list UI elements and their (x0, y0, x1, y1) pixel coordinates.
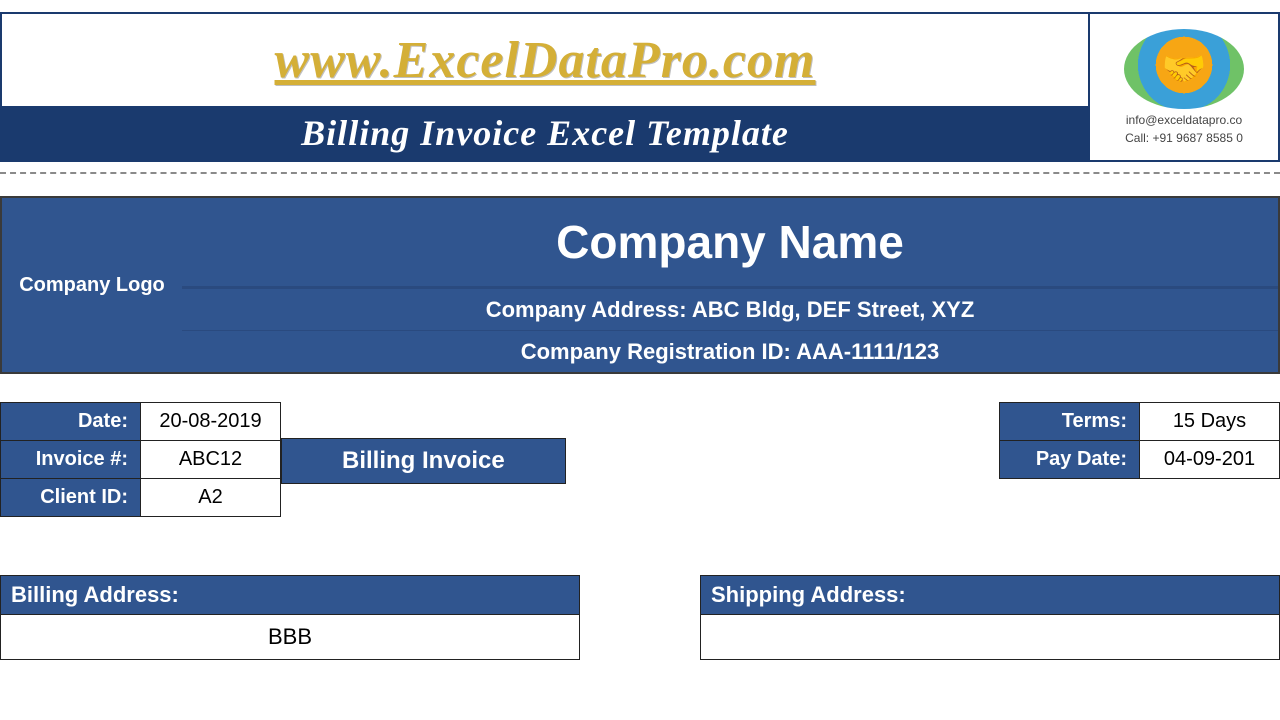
billing-address-label: Billing Address: (1, 576, 579, 615)
left-fields: Date: 20-08-2019 Invoice #: ABC12 Client… (0, 402, 281, 517)
template-title: Billing Invoice Excel Template (2, 106, 1088, 160)
invoice-label: Invoice #: (1, 441, 141, 479)
company-name: Company Name (182, 198, 1278, 288)
invoice-value[interactable]: ABC12 (141, 441, 281, 479)
date-label: Date: (1, 403, 141, 441)
contact-email: info@exceldatapro.co (1126, 113, 1242, 127)
document-title: Billing Invoice (281, 438, 566, 484)
company-registration: Company Registration ID: AAA-1111/123 (182, 330, 1278, 372)
billing-address-box: Billing Address: BBB (0, 575, 580, 660)
handshake-icon (1124, 29, 1244, 109)
invoice-template: www.ExcelDataPro.com Billing Invoice Exc… (0, 0, 1280, 660)
paydate-label: Pay Date: (1000, 441, 1140, 479)
divider (0, 172, 1280, 174)
company-address: Company Address: ABC Bldg, DEF Street, X… (182, 288, 1278, 330)
client-value[interactable]: A2 (141, 479, 281, 517)
paydate-value[interactable]: 04-09-201 (1140, 441, 1280, 479)
billing-address-value[interactable]: BBB (1, 615, 579, 659)
company-logo-cell: Company Logo (2, 198, 182, 372)
date-value[interactable]: 20-08-2019 (141, 403, 281, 441)
company-header: Company Logo Company Name Company Addres… (0, 196, 1280, 374)
address-row: Billing Address: BBB Shipping Address: (0, 575, 1280, 660)
company-info: Company Name Company Address: ABC Bldg, … (182, 198, 1278, 372)
shipping-address-label: Shipping Address: (701, 576, 1279, 615)
site-url[interactable]: www.ExcelDataPro.com (2, 14, 1088, 106)
shipping-address-box: Shipping Address: (700, 575, 1280, 660)
site-banner: www.ExcelDataPro.com Billing Invoice Exc… (0, 12, 1280, 162)
banner-right: info@exceldatapro.co Call: +91 9687 8585… (1088, 14, 1278, 160)
right-fields: Terms: 15 Days Pay Date: 04-09-201 (999, 402, 1280, 479)
shipping-address-value[interactable] (701, 615, 1279, 659)
client-label: Client ID: (1, 479, 141, 517)
terms-value[interactable]: 15 Days (1140, 403, 1280, 441)
terms-label: Terms: (1000, 403, 1140, 441)
banner-left: www.ExcelDataPro.com Billing Invoice Exc… (2, 14, 1088, 160)
contact-phone: Call: +91 9687 8585 0 (1125, 131, 1243, 145)
fields-row: Date: 20-08-2019 Invoice #: ABC12 Client… (0, 402, 1280, 517)
